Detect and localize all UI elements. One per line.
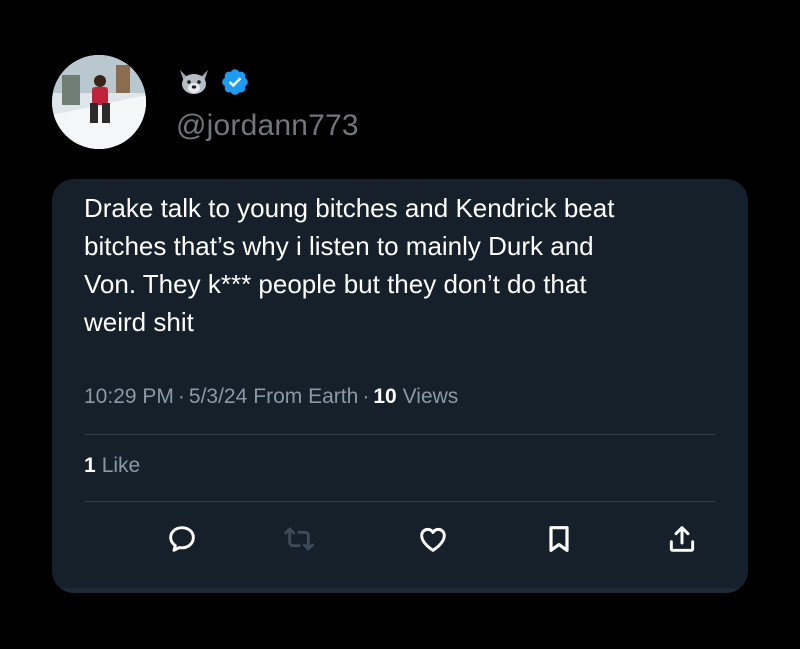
verified-badge-icon <box>222 69 248 95</box>
reply-button[interactable] <box>162 519 202 559</box>
bookmark-icon <box>549 526 569 552</box>
avatar[interactable] <box>52 55 146 149</box>
likes-count: 1 <box>84 454 96 477</box>
tweet-source: From Earth <box>253 385 359 408</box>
card-bottom-divider <box>52 588 748 593</box>
like-icon <box>420 527 446 552</box>
avatar-photo <box>52 55 146 149</box>
display-name-row <box>176 67 250 97</box>
likes-summary[interactable]: 1 Like <box>84 454 140 478</box>
divider <box>84 434 716 435</box>
share-icon <box>669 526 695 552</box>
divider <box>84 501 716 502</box>
reply-icon <box>169 526 195 552</box>
action-bar <box>84 519 716 559</box>
retweet-icon <box>284 527 314 551</box>
wolf-face-icon <box>180 70 208 94</box>
views-count: 10 <box>373 385 397 408</box>
share-button[interactable] <box>662 519 702 559</box>
like-button[interactable] <box>413 519 453 559</box>
tweet-text: Drake talk to young bitches and Kendrick… <box>84 193 615 337</box>
likes-label: Like <box>101 454 141 477</box>
meta-separator: · <box>362 385 370 408</box>
meta-separator: · <box>177 385 185 408</box>
tweet-header: @jordann773 <box>52 55 412 155</box>
tweet-date[interactable]: 5/3/24 <box>189 385 247 409</box>
user-handle[interactable]: @jordann773 <box>176 109 359 143</box>
tweet-meta: 10:29 PM · 5/3/24 From Earth · 10 Views <box>84 385 458 409</box>
bookmark-button[interactable] <box>539 519 579 559</box>
tweet-time[interactable]: 10:29 PM <box>84 385 174 409</box>
views-label: Views <box>402 385 459 408</box>
retweet-button[interactable] <box>279 519 319 559</box>
tweet-card: Drake talk to young bitches and Kendrick… <box>52 179 748 593</box>
